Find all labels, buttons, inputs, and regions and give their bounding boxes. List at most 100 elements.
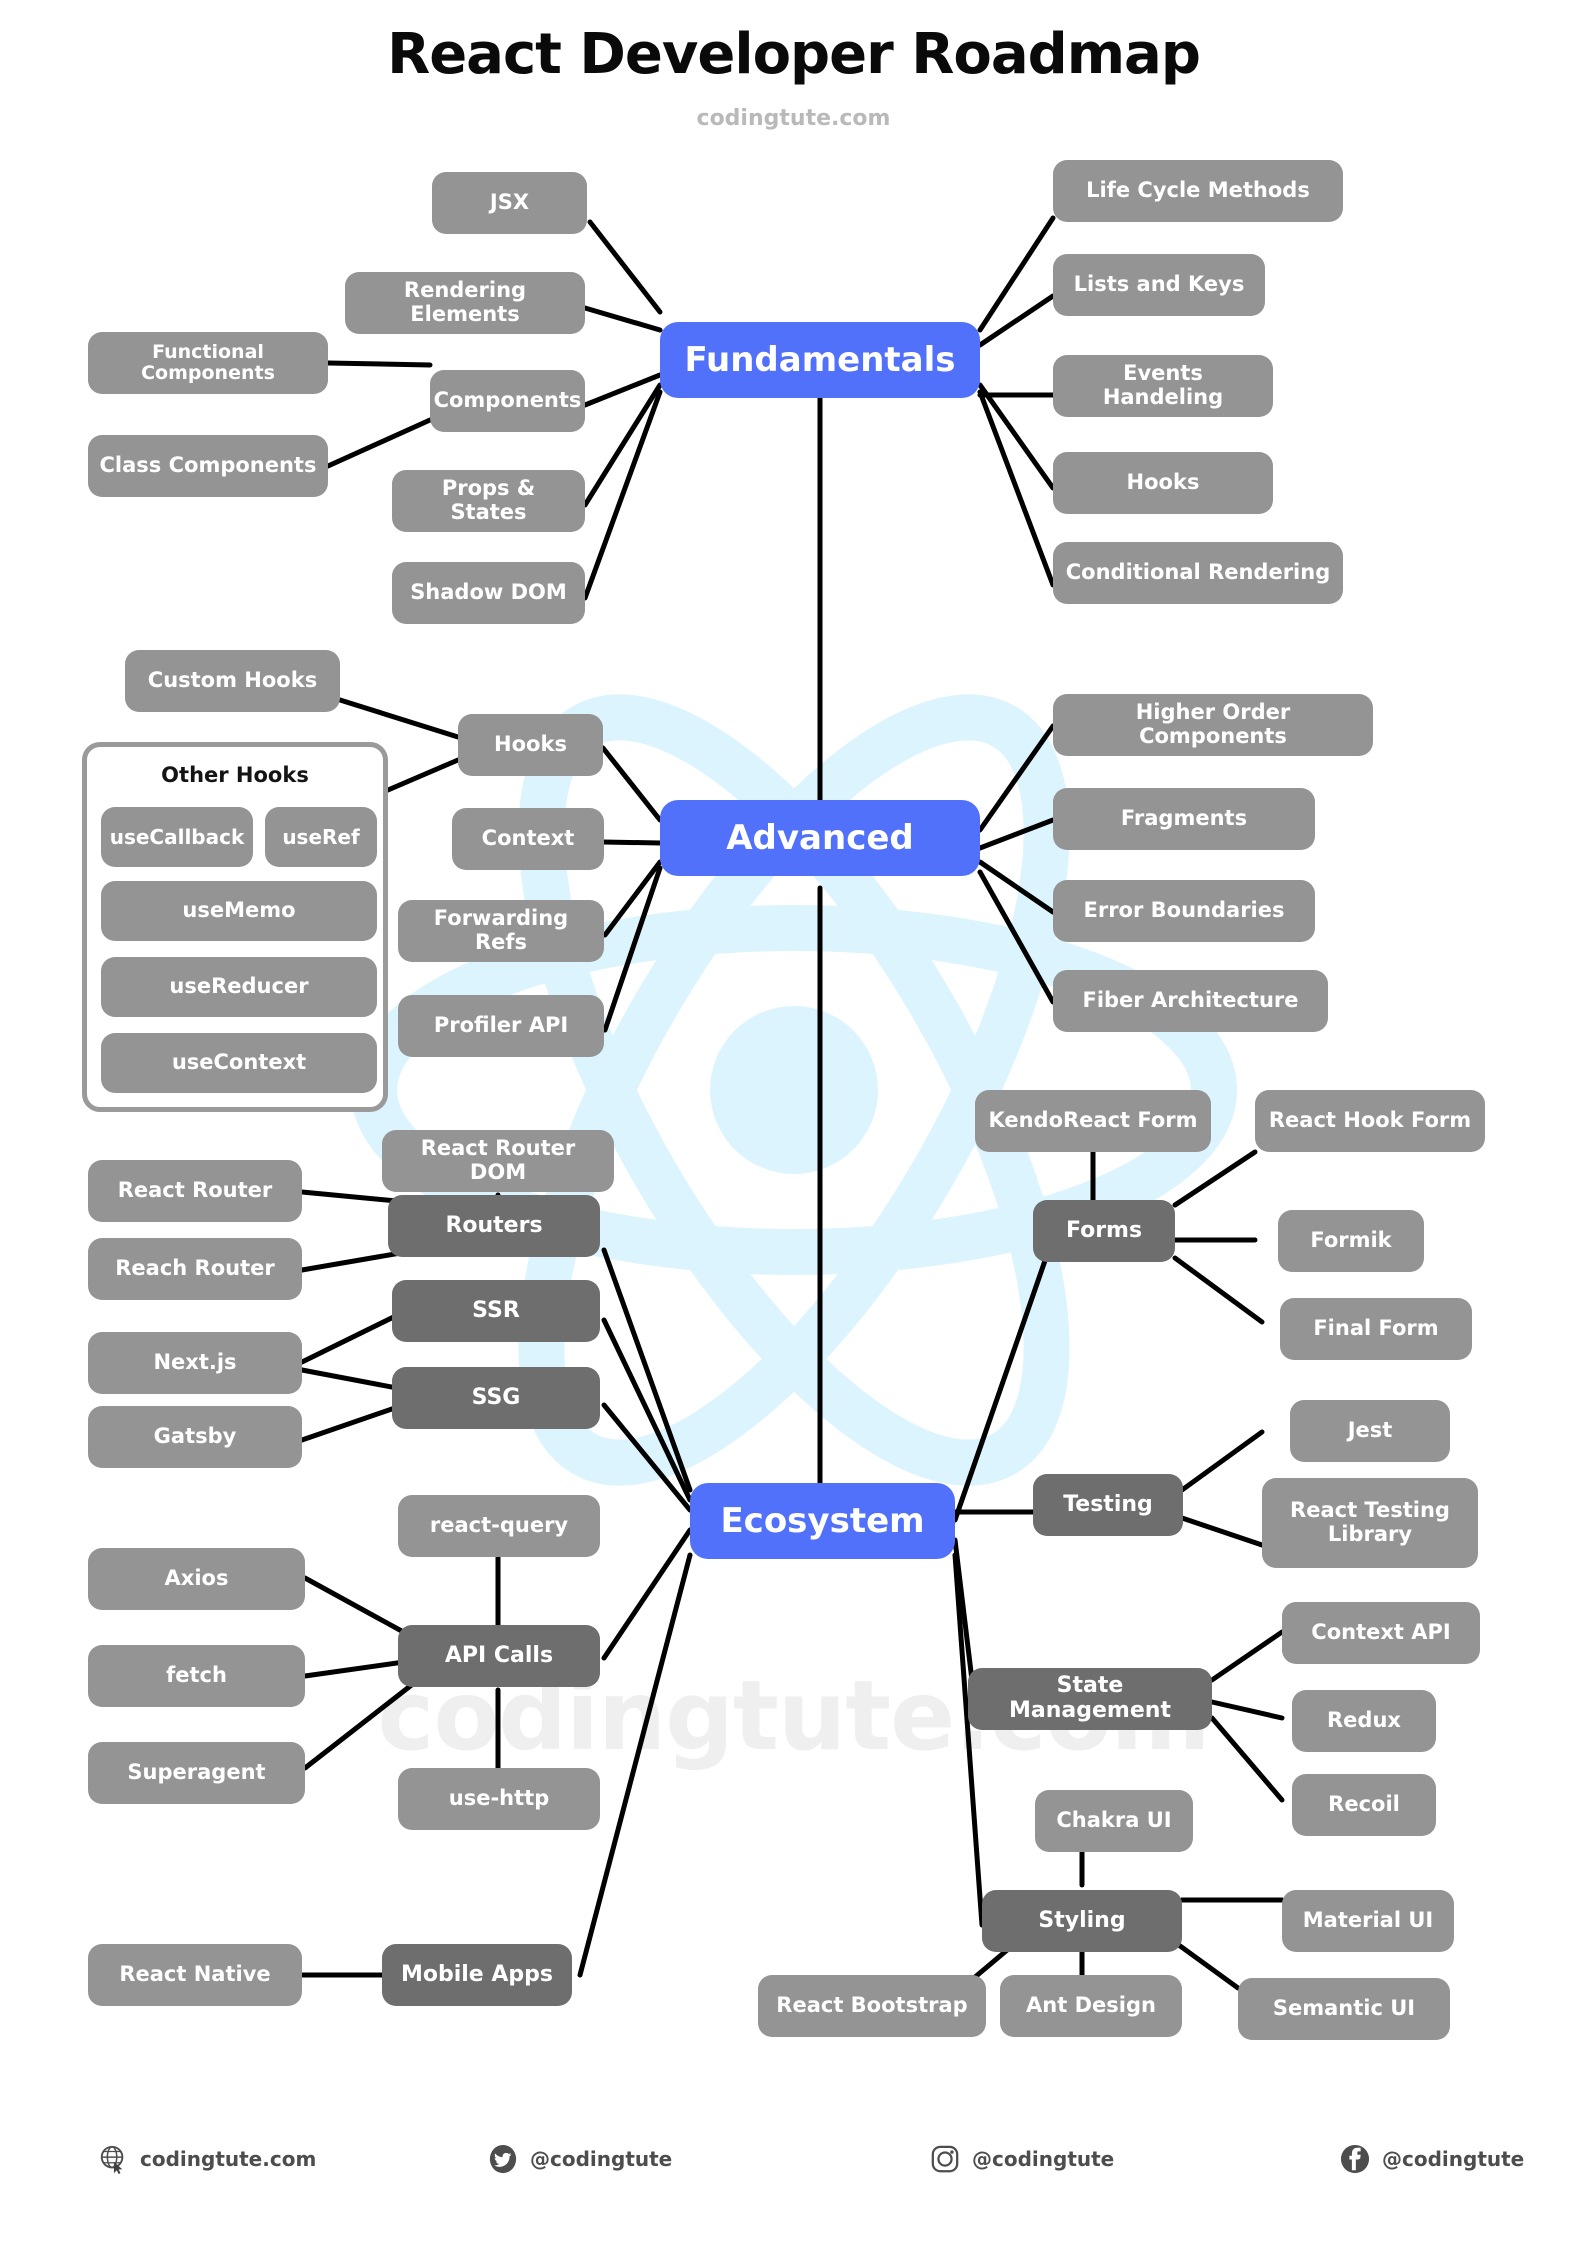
footer-twitter-label: @codingtute (530, 2147, 673, 2171)
node-conditional-rendering[interactable]: Conditional Rendering (1053, 542, 1343, 604)
node-semantic-ui[interactable]: Semantic UI (1238, 1978, 1450, 2040)
node-react-hook-form[interactable]: React Hook Form (1255, 1090, 1485, 1152)
node-superagent[interactable]: Superagent (88, 1742, 305, 1804)
twitter-icon (489, 2144, 517, 2174)
node-routers[interactable]: Routers (388, 1195, 600, 1257)
node-styling[interactable]: Styling (982, 1890, 1182, 1952)
node-jest[interactable]: Jest (1290, 1400, 1450, 1462)
hub-ecosystem[interactable]: Ecosystem (690, 1483, 955, 1559)
node-fetch[interactable]: fetch (88, 1645, 305, 1707)
node-label: Functional Components (141, 340, 275, 384)
node-components[interactable]: Components (430, 370, 585, 432)
instagram-icon (931, 2145, 959, 2173)
node-fragments[interactable]: Fragments (1053, 788, 1315, 850)
node-label: Shadow DOM (410, 580, 567, 605)
footer: codingtute.com @codingtute @codingtute @… (0, 2130, 1587, 2200)
node-react-router[interactable]: React Router (88, 1160, 302, 1222)
node-label: react-query (429, 1513, 569, 1538)
node-usecallback[interactable]: useCallback (101, 807, 253, 867)
node-label: Superagent (127, 1760, 266, 1785)
hub-fundamentals[interactable]: Fundamentals (660, 322, 980, 398)
node-label: Recoil (1328, 1792, 1400, 1817)
node-gatsby[interactable]: Gatsby (88, 1406, 302, 1468)
node-nextjs[interactable]: Next.js (88, 1332, 302, 1394)
node-props-and-states[interactable]: Props & States (392, 470, 585, 532)
node-label: use-http (448, 1786, 550, 1811)
facebook-icon (1340, 2144, 1370, 2174)
node-label: Testing (1063, 1491, 1153, 1517)
footer-facebook[interactable]: @codingtute (1340, 2144, 1524, 2174)
node-forms[interactable]: Forms (1033, 1200, 1175, 1262)
node-redux[interactable]: Redux (1292, 1690, 1436, 1752)
node-kendoreact-form[interactable]: KendoReact Form (975, 1090, 1211, 1152)
node-reach-router[interactable]: Reach Router (88, 1238, 302, 1300)
footer-instagram[interactable]: @codingtute (930, 2144, 1114, 2174)
node-usecontext[interactable]: useContext (101, 1033, 377, 1093)
node-recoil[interactable]: Recoil (1292, 1774, 1436, 1836)
node-useref[interactable]: useRef (265, 807, 377, 867)
node-testing[interactable]: Testing (1033, 1474, 1183, 1536)
node-hooks-advanced[interactable]: Hooks (458, 714, 603, 776)
node-fiber-architecture[interactable]: Fiber Architecture (1053, 970, 1328, 1032)
node-life-cycle-methods[interactable]: Life Cycle Methods (1053, 160, 1343, 222)
node-profiler-api[interactable]: Profiler API (398, 995, 604, 1057)
node-label: Custom Hooks (147, 668, 318, 693)
node-label: useReducer (169, 974, 309, 999)
node-label: Mobile Apps (400, 1961, 554, 1987)
node-axios[interactable]: Axios (88, 1548, 305, 1610)
node-label: Components (433, 388, 582, 413)
node-usereducer[interactable]: useReducer (101, 957, 377, 1017)
node-label: SSR (472, 1297, 520, 1323)
node-react-native[interactable]: React Native (88, 1944, 302, 2006)
node-forwarding-refs[interactable]: Forwarding Refs (398, 900, 604, 962)
node-custom-hooks[interactable]: Custom Hooks (125, 650, 340, 712)
node-label: Reach Router (115, 1256, 275, 1281)
node-material-ui[interactable]: Material UI (1282, 1890, 1454, 1952)
node-rendering-elements[interactable]: Rendering Elements (345, 272, 585, 334)
node-chakra-ui[interactable]: Chakra UI (1035, 1790, 1193, 1852)
node-hooks-fundamentals[interactable]: Hooks (1053, 452, 1273, 514)
node-use-http[interactable]: use-http (398, 1768, 600, 1830)
node-ssg[interactable]: SSG (392, 1367, 600, 1429)
node-label: API Calls (444, 1642, 554, 1668)
globe-icon (100, 2145, 124, 2174)
node-react-router-dom[interactable]: React Router DOM (382, 1130, 614, 1192)
node-usememo[interactable]: useMemo (101, 881, 377, 941)
node-ant-design[interactable]: Ant Design (1000, 1975, 1182, 2037)
node-ssr[interactable]: SSR (392, 1280, 600, 1342)
node-mobile-apps[interactable]: Mobile Apps (382, 1944, 572, 2006)
node-shadow-dom[interactable]: Shadow DOM (392, 562, 585, 624)
node-formik[interactable]: Formik (1278, 1210, 1424, 1272)
node-context-api[interactable]: Context API (1282, 1602, 1480, 1664)
node-api-calls[interactable]: API Calls (398, 1625, 600, 1687)
roadmap-canvas: codingtute.com React Developer Roadmap c… (0, 0, 1587, 2245)
node-label: React Bootstrap (776, 1993, 968, 2018)
node-label: Axios (164, 1566, 229, 1591)
node-error-boundaries[interactable]: Error Boundaries (1053, 880, 1315, 942)
node-react-testing-library[interactable]: React Testing Library (1262, 1478, 1478, 1568)
hub-advanced[interactable]: Advanced (660, 800, 980, 876)
footer-website[interactable]: codingtute.com (98, 2144, 316, 2174)
node-final-form[interactable]: Final Form (1280, 1298, 1472, 1360)
page-subtitle: codingtute.com (696, 106, 891, 131)
node-react-query[interactable]: react-query (398, 1495, 600, 1557)
node-label: SSG (471, 1384, 521, 1410)
node-functional-components[interactable]: Functional Components (88, 332, 328, 394)
footer-twitter[interactable]: @codingtute (488, 2144, 672, 2174)
node-context[interactable]: Context (452, 808, 604, 870)
node-label: Context API (1311, 1620, 1451, 1645)
node-class-components[interactable]: Class Components (88, 435, 328, 497)
node-label: Hooks (1126, 470, 1200, 495)
node-state-management[interactable]: State Management (968, 1668, 1212, 1730)
node-label: Chakra UI (1056, 1808, 1172, 1833)
node-label: Forms (1065, 1217, 1143, 1243)
node-events-handeling[interactable]: Events Handeling (1053, 355, 1273, 417)
node-label: Life Cycle Methods (1086, 178, 1310, 203)
footer-facebook-label: @codingtute (1382, 2147, 1525, 2171)
other-hooks-group: Other Hooks useCallback useRef useMemo u… (82, 742, 388, 1112)
node-lists-and-keys[interactable]: Lists and Keys (1053, 254, 1265, 316)
node-jsx[interactable]: JSX (432, 172, 587, 234)
node-higher-order-components[interactable]: Higher Order Components (1053, 694, 1373, 756)
node-label: Routers (445, 1212, 543, 1238)
node-react-bootstrap[interactable]: React Bootstrap (758, 1975, 986, 2037)
